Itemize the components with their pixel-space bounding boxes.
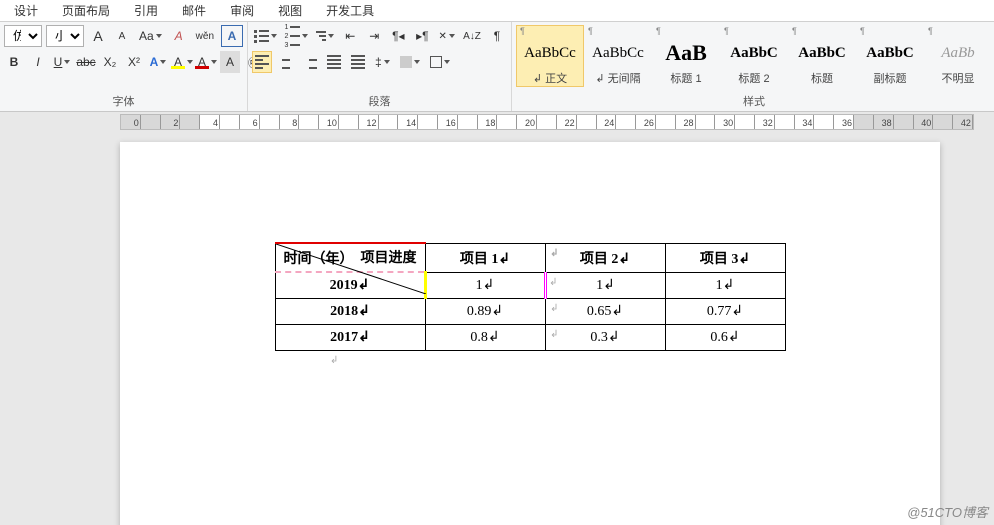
font-group-label: 字体	[4, 91, 243, 111]
table-row: 2019↲ 1↲↲ 1↲ 1↲	[275, 272, 785, 299]
line-spacing-button[interactable]: ‡	[372, 51, 393, 73]
menu-tabs: 设计页面布局引用邮件审阅视图开发工具	[0, 0, 994, 22]
asian-layout-button[interactable]: ✕	[436, 25, 457, 47]
borders-button[interactable]	[427, 51, 453, 73]
styles-group-label: 样式	[516, 91, 992, 111]
table-row: 2017↲ 0.8↲↲ 0.3↲ 0.6↲	[275, 325, 785, 351]
ruler-area: 024681012141618202224262830323436384042	[0, 112, 994, 132]
outdent-button[interactable]: ⇤	[340, 25, 360, 47]
paragraph-mark: ↲	[330, 355, 840, 366]
page: 项目进度 时间（年） 项目 1↲↲ 项目 2↲ 项目 3↲ 2019↲ 1↲↲ …	[120, 142, 940, 525]
char-shading-button[interactable]: A	[220, 51, 240, 73]
shading-button[interactable]	[397, 51, 423, 73]
char-border-button[interactable]: A	[221, 25, 243, 47]
align-center-button[interactable]	[276, 51, 296, 73]
diag-header-bottom: 时间（年）	[284, 248, 354, 268]
subscript-button[interactable]: X₂	[100, 51, 120, 73]
font-family-select[interactable]: 仿宋	[4, 25, 42, 47]
text-effects-button[interactable]: A	[148, 51, 168, 73]
superscript-button[interactable]: X²	[124, 51, 144, 73]
styles-group: ¶AaBbCc↲ 正文¶AaBbCc↲ 无间隔¶AaB标题 1¶AaBbC标题 …	[512, 22, 994, 111]
table-cell[interactable]: 0.65↲	[545, 299, 665, 325]
align-right-button[interactable]	[300, 51, 320, 73]
strike-button[interactable]: abc	[76, 51, 96, 73]
shrink-font-button[interactable]: A	[112, 25, 132, 47]
show-marks-button[interactable]: ¶	[487, 25, 507, 47]
diag-header-top: 项目进度	[361, 247, 417, 267]
ltr-button[interactable]: ¶◂	[388, 25, 408, 47]
table-cell[interactable]: 0.77↲	[665, 299, 785, 325]
font-size-select[interactable]: 小四	[46, 25, 84, 47]
numbering-button[interactable]: 123	[283, 25, 310, 47]
grow-font-button[interactable]: A	[88, 25, 108, 47]
menu-tab[interactable]: 页面布局	[50, 2, 122, 19]
row-header[interactable]: 2019↲	[275, 272, 425, 299]
col-header[interactable]: 项目 3↲	[665, 243, 785, 272]
style-item[interactable]: ¶AaB标题 1	[652, 25, 720, 87]
clear-format-button[interactable]: A	[169, 25, 189, 47]
sort-button[interactable]: A↓Z	[461, 25, 483, 47]
bold-button[interactable]: B	[4, 51, 24, 73]
style-item[interactable]: ¶AaBb不明显	[924, 25, 992, 87]
table-cell[interactable]: 0.3↲	[545, 325, 665, 351]
table-cell[interactable]: 0.89↲↲	[425, 299, 545, 325]
menu-tab[interactable]: 视图	[266, 2, 314, 19]
highlight-button[interactable]: A	[172, 51, 192, 73]
document-scroll-area[interactable]: 项目进度 时间（年） 项目 1↲↲ 项目 2↲ 项目 3↲ 2019↲ 1↲↲ …	[0, 132, 994, 525]
menu-tab[interactable]: 设计	[2, 2, 50, 19]
menu-tab[interactable]: 邮件	[170, 2, 218, 19]
row-header[interactable]: 2018↲	[275, 299, 425, 325]
table-cell[interactable]: 0.8↲↲	[425, 325, 545, 351]
rtl-button[interactable]: ▸¶	[412, 25, 432, 47]
style-item[interactable]: ¶AaBbC副标题	[856, 25, 924, 87]
watermark: @51CTO博客	[907, 502, 988, 521]
style-item[interactable]: ¶AaBbCc↲ 正文	[516, 25, 584, 87]
align-left-button[interactable]	[252, 51, 272, 73]
underline-button[interactable]: U	[52, 51, 72, 73]
table-cell[interactable]: 1↲	[665, 272, 785, 299]
style-item[interactable]: ¶AaBbC标题 2	[720, 25, 788, 87]
multilevel-button[interactable]	[314, 25, 336, 47]
style-item[interactable]: ¶AaBbCc↲ 无间隔	[584, 25, 652, 87]
menu-tab[interactable]: 开发工具	[314, 2, 386, 19]
justify-button[interactable]	[324, 51, 344, 73]
table-row: 2018↲ 0.89↲↲ 0.65↲ 0.77↲	[275, 299, 785, 325]
table-cell[interactable]: 1↲↲	[425, 272, 545, 299]
row-header[interactable]: 2017↲	[275, 325, 425, 351]
diagonal-header-cell[interactable]: 项目进度 时间（年）	[275, 243, 425, 272]
indent-button[interactable]: ⇥	[364, 25, 384, 47]
distribute-button[interactable]	[348, 51, 368, 73]
italic-button[interactable]: I	[28, 51, 48, 73]
font-group: 仿宋 小四 A A Aa A wěn A B I U abc X₂ X² A A…	[0, 22, 248, 111]
bullets-button[interactable]	[252, 25, 279, 47]
style-item[interactable]: ¶AaBbC标题	[788, 25, 856, 87]
ribbon: 仿宋 小四 A A Aa A wěn A B I U abc X₂ X² A A…	[0, 22, 994, 112]
change-case-button[interactable]: Aa	[136, 25, 165, 47]
font-color-button[interactable]: A	[196, 51, 216, 73]
document-table[interactable]: 项目进度 时间（年） 项目 1↲↲ 项目 2↲ 项目 3↲ 2019↲ 1↲↲ …	[275, 242, 786, 351]
paragraph-group-label: 段落	[252, 91, 507, 111]
phonetic-button[interactable]: wěn	[193, 25, 217, 47]
table-header-row: 项目进度 时间（年） 项目 1↲↲ 项目 2↲ 项目 3↲	[275, 243, 785, 272]
styles-gallery[interactable]: ¶AaBbCc↲ 正文¶AaBbCc↲ 无间隔¶AaB标题 1¶AaBbC标题 …	[516, 25, 992, 87]
table-cell[interactable]: 0.6↲	[665, 325, 785, 351]
horizontal-ruler[interactable]: 024681012141618202224262830323436384042	[120, 114, 974, 130]
table-cell[interactable]: 1↲	[545, 272, 665, 299]
menu-tab[interactable]: 引用	[122, 2, 170, 19]
menu-tab[interactable]: 审阅	[218, 2, 266, 19]
col-header[interactable]: 项目 1↲↲	[425, 243, 545, 272]
col-header[interactable]: 项目 2↲	[545, 243, 665, 272]
paragraph-group: 123 ⇤ ⇥ ¶◂ ▸¶ ✕ A↓Z ¶ ‡ 段落	[248, 22, 512, 111]
